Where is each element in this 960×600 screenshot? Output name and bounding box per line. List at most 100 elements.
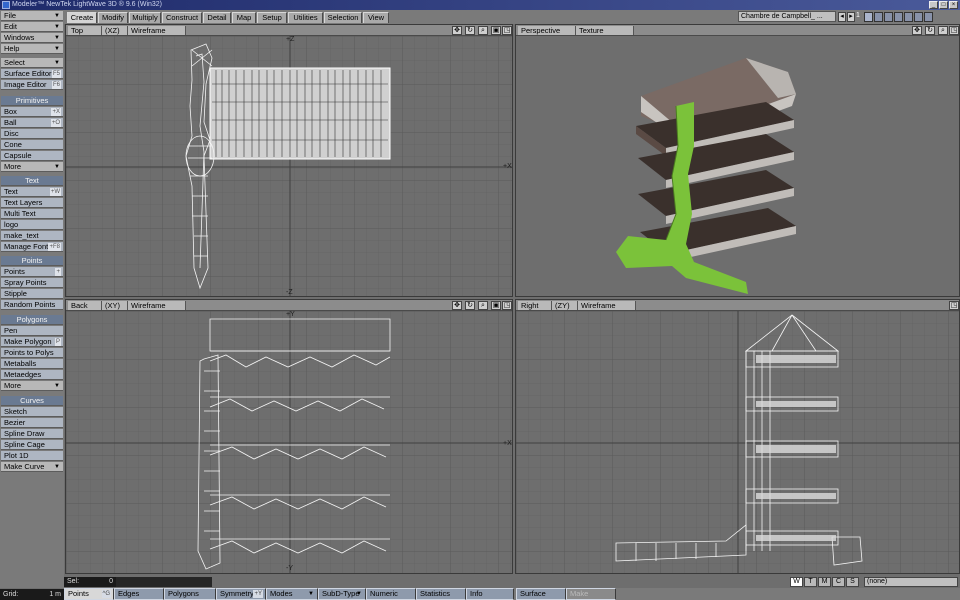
points-to-polys-tool[interactable]: Points to Polys [1,348,63,358]
tab-construct[interactable]: Construct [162,12,202,23]
capsule-tool[interactable]: Capsule [1,151,63,161]
select-menu[interactable]: Select ▼ [1,58,63,68]
view-axes-select[interactable]: (XY) [102,301,128,310]
close-button[interactable]: × [949,1,958,9]
menu-help[interactable]: Help ▼ [1,44,63,54]
sketch-tool[interactable]: Sketch [1,407,63,417]
layer-4-button[interactable] [894,12,903,22]
spray-points-tool[interactable]: Spray Points [1,278,63,288]
maximize-icon[interactable]: ◳ [502,301,512,310]
object-selector[interactable]: Chambre de Campbell_ ... [738,11,836,22]
box-tool[interactable]: Box +X [1,107,63,117]
metaballs-tool[interactable]: Metaballs [1,359,63,369]
fit-icon[interactable]: ▣ [491,26,501,35]
symmetry-button[interactable]: Symmetry +Y [216,588,266,600]
subd-type-menu[interactable]: SubD-Type ▼ [318,588,366,600]
modes-menu[interactable]: Modes ▼ [266,588,318,600]
numeric-button[interactable]: Numeric [366,588,416,600]
logo-tool[interactable]: logo [1,220,63,230]
maximize-icon[interactable]: ◳ [502,26,512,35]
manage-fonts-tool[interactable]: Manage Fonts +F8 [1,242,63,252]
make-text-tool[interactable]: make_text [1,231,63,241]
render-mode-select[interactable]: Texture [576,26,634,35]
cone-tool[interactable]: Cone [1,140,63,150]
random-points-tool[interactable]: Random Points [1,300,63,310]
tab-multiply[interactable]: Multiply [129,12,161,23]
tab-create[interactable]: Create [67,12,97,23]
view-type-select[interactable]: Right [518,301,552,310]
make-curve-menu[interactable]: Make Curve ▼ [1,462,63,472]
view-axes-select[interactable]: (ZY) [552,301,578,310]
layer-2-button[interactable] [874,12,883,22]
image-editor-button[interactable]: Image Editor F6 [1,80,63,90]
move-icon[interactable]: ✥ [452,26,462,35]
tab-modify[interactable]: Modify [98,12,128,23]
viewport-perspective[interactable]: Perspective Texture ✥ ↻ ⌕ ◳ [515,24,960,297]
fit-icon[interactable]: ▣ [491,301,501,310]
rotate-icon[interactable]: ↻ [925,26,935,35]
maximize-button[interactable]: □ [939,1,948,9]
menu-file[interactable]: File ▼ [1,11,63,21]
layer-1-button[interactable] [864,12,873,22]
view-type-select[interactable]: Top [68,26,102,35]
points-mode-button[interactable]: Points ^G [64,588,114,600]
tab-utilities[interactable]: Utilities [288,12,323,23]
tab-map[interactable]: Map [232,12,256,23]
view-type-select[interactable]: Back [68,301,102,310]
view-axes-select[interactable]: (XZ) [102,26,128,35]
layer-5-button[interactable] [904,12,913,22]
minimize-button[interactable]: _ [929,1,938,9]
menu-windows[interactable]: Windows ▼ [1,33,63,43]
surface-selector[interactable]: (none) [864,577,958,587]
rotate-icon[interactable]: ↻ [465,301,475,310]
maximize-icon[interactable]: ◳ [949,26,959,35]
layer-7-button[interactable] [924,12,933,22]
make-polygon-tool[interactable]: Make Polygon P [1,337,63,347]
text-layers-tool[interactable]: Text Layers [1,198,63,208]
maximize-icon[interactable]: ◳ [949,301,959,310]
spline-draw-tool[interactable]: Spline Draw [1,429,63,439]
menu-edit[interactable]: Edit ▼ [1,22,63,32]
multi-text-tool[interactable]: Multi Text [1,209,63,219]
render-mode-select[interactable]: Wireframe [128,26,186,35]
spline-cage-tool[interactable]: Spline Cage [1,440,63,450]
primitives-more-menu[interactable]: More ▼ [1,162,63,172]
next-layer-icon[interactable]: ▸ [847,12,855,22]
render-mode-select[interactable]: Wireframe [128,301,186,310]
viewport-top[interactable]: Top (XZ) Wireframe ✥ ↻ ⌕ ▣ ◳ +Z -Z +X [65,24,513,297]
tab-selection[interactable]: Selection [324,12,362,23]
edges-mode-button[interactable]: Edges [114,588,164,600]
material-mode-button[interactable]: M [818,577,831,587]
sketch-mode-button[interactable]: S [846,577,859,587]
bezier-tool[interactable]: Bezier [1,418,63,428]
surface-button[interactable]: Surface [516,588,566,600]
layer-3-button[interactable] [884,12,893,22]
texture-mode-button[interactable]: T [804,577,817,587]
wireframe-mode-button[interactable]: W [790,577,803,587]
stipple-tool[interactable]: Stipple [1,289,63,299]
metaedges-tool[interactable]: Metaedges [1,370,63,380]
tab-detail[interactable]: Detail [203,12,231,23]
prev-layer-icon[interactable]: ◂ [838,12,846,22]
info-button[interactable]: Info [466,588,514,600]
text-tool[interactable]: Text +W [1,187,63,197]
move-icon[interactable]: ✥ [912,26,922,35]
zoom-icon[interactable]: ⌕ [478,301,488,310]
tab-setup[interactable]: Setup [257,12,287,23]
disc-tool[interactable]: Disc [1,129,63,139]
color-mode-button[interactable]: C [832,577,845,587]
pen-tool[interactable]: Pen [1,326,63,336]
points-tool[interactable]: Points + [1,267,63,277]
zoom-icon[interactable]: ⌕ [938,26,948,35]
statistics-button[interactable]: Statistics [416,588,466,600]
view-type-select[interactable]: Perspective [518,26,576,35]
move-icon[interactable]: ✥ [452,301,462,310]
polygons-mode-button[interactable]: Polygons [164,588,216,600]
tab-view[interactable]: View [363,12,389,23]
surface-editor-button[interactable]: Surface Editor F5 [1,69,63,79]
polygons-more-menu[interactable]: More ▼ [1,381,63,391]
rotate-icon[interactable]: ↻ [465,26,475,35]
viewport-right[interactable]: Right (ZY) Wireframe ◳ [515,299,960,574]
ball-tool[interactable]: Ball +O [1,118,63,128]
viewport-back[interactable]: Back (XY) Wireframe ✥ ↻ ⌕ ▣ ◳ +Y -Y +X [65,299,513,574]
